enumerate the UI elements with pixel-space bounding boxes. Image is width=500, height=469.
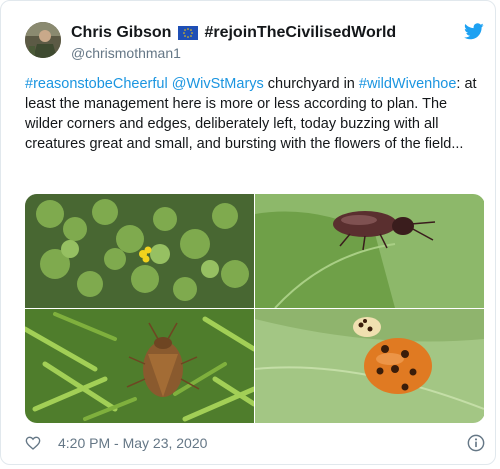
tweet-text-part-1: churchyard in bbox=[263, 76, 359, 92]
info-icon[interactable] bbox=[467, 434, 485, 452]
heart-icon[interactable] bbox=[25, 435, 41, 451]
hashtag-wildwivenhoe[interactable]: #wildWivenhoe bbox=[359, 76, 457, 92]
tweet-timestamp[interactable]: 4:20 PM - May 23, 2020 bbox=[58, 435, 207, 451]
author-avatar[interactable] bbox=[25, 22, 61, 58]
tweet-text: #reasonstobeCheerful @WivStMarys churchy… bbox=[25, 74, 483, 154]
ladybird-photo[interactable] bbox=[255, 309, 484, 423]
tweet-card[interactable]: Chris Gibson #rejoinTheCivilisedWorld @c… bbox=[0, 0, 496, 465]
media-grid bbox=[25, 194, 485, 423]
avatar-image bbox=[25, 22, 61, 58]
clover-flowers-photo[interactable] bbox=[25, 194, 254, 308]
mention-wivstmarys[interactable]: @WivStMarys bbox=[172, 76, 264, 92]
hashtag-reasonstobecheerful[interactable]: #reasonstobeCheerful bbox=[25, 76, 168, 92]
shield-bug-photo[interactable] bbox=[25, 309, 254, 423]
author-name-row[interactable]: Chris Gibson #rejoinTheCivilisedWorld bbox=[71, 23, 396, 43]
tweet-footer: 4:20 PM - May 23, 2020 bbox=[25, 433, 485, 453]
twitter-bird-icon[interactable] bbox=[464, 23, 484, 40]
author-name-suffix[interactable]: #rejoinTheCivilisedWorld bbox=[204, 24, 396, 42]
eu-flag-icon bbox=[178, 26, 199, 40]
beetle-on-leaf-photo[interactable] bbox=[255, 194, 484, 308]
author-handle[interactable]: @chrismothman1 bbox=[71, 45, 181, 61]
author-name[interactable]: Chris Gibson bbox=[71, 24, 171, 42]
